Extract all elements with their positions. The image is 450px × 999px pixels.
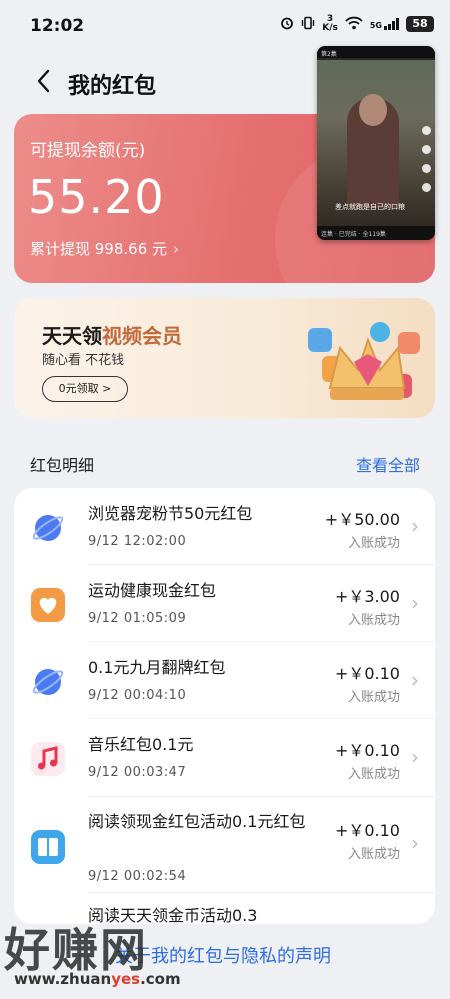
record-title: 音乐红包0.1元 (88, 735, 194, 754)
list-item[interactable]: 0.1元九月翻牌红包 9/12 00:04:10 +￥0.10 入账成功 › (14, 642, 435, 719)
claim-vip-label: 0元领取 (58, 382, 99, 395)
vip-subtitle: 随心看 不花钱 (42, 353, 125, 368)
wifi-icon (345, 16, 363, 33)
status-time: 12:02 (30, 16, 85, 36)
vip-title: 天天领视频会员 (42, 320, 182, 349)
record-amount: +￥0.10 (334, 664, 400, 683)
video-top-bar: 第2集 (317, 46, 435, 60)
record-status: 入账成功 (347, 536, 400, 551)
records-title: 红包明细 (30, 456, 95, 475)
chevron-right-icon: › (411, 831, 419, 855)
video-subtitle: 差点就跑是自己的口粮 (335, 203, 405, 211)
record-amount: +￥50.00 (324, 510, 400, 529)
chevron-right-icon: › (173, 240, 180, 258)
record-status: 入账成功 (347, 613, 400, 628)
browser-icon (32, 515, 64, 541)
record-title: 阅读领现金红包活动0.1元红包 (88, 812, 306, 831)
record-amount: +￥0.10 (334, 741, 400, 760)
record-status: 入账成功 (347, 690, 400, 705)
vip-title-highlight: 视频会员 (102, 324, 182, 348)
record-time: 9/12 12:02:00 (88, 534, 187, 549)
page-title: 我的红包 (68, 74, 157, 99)
chevron-right-icon: › (411, 514, 419, 538)
record-time: 9/12 00:04:10 (88, 688, 187, 703)
video-bottom-bar: 连集 · 已完结 · 全119集 (317, 226, 435, 240)
music-icon (31, 742, 65, 776)
chevron-right-icon: › (411, 591, 419, 615)
view-all-link[interactable]: 查看全部 (356, 452, 420, 476)
balance-label: 可提现余额(元) (30, 141, 146, 161)
book-icon (31, 830, 65, 864)
record-title: 浏览器宠粉节50元红包 (88, 504, 253, 523)
total-withdrawn-text: 累计提现 998.66 元 (30, 240, 168, 258)
chevron-right-icon: > (102, 382, 112, 395)
total-withdrawn-link[interactable]: 累计提现 998.66 元 › (30, 238, 179, 259)
status-icons: 3 K/s 5G 58 (280, 15, 434, 33)
favorite-icon[interactable] (422, 164, 431, 173)
record-time: 9/12 00:02:54 (88, 869, 187, 884)
battery-icon: 58 (406, 16, 434, 32)
list-item[interactable]: 音乐红包0.1元 9/12 00:03:47 +￥0.10 入账成功 › (14, 719, 435, 797)
chevron-right-icon: › (411, 668, 419, 692)
health-icon (31, 588, 65, 622)
list-item[interactable]: 运动健康现金红包 9/12 01:05:09 +￥3.00 入账成功 › (14, 565, 435, 642)
record-status: 入账成功 (347, 767, 400, 782)
record-amount: +￥0.10 (334, 821, 400, 840)
net-speed-icon: 3 K/s (322, 14, 338, 33)
list-item[interactable]: 阅读领现金红包活动0.1元红包 9/12 00:02:54 +￥0.10 入账成… (14, 797, 435, 893)
list-item[interactable]: 浏览器宠粉节50元红包 9/12 12:02:00 +￥50.00 入账成功 › (14, 488, 435, 565)
record-time: 9/12 00:03:47 (88, 765, 187, 780)
watermark-url: www.zhuanyes.com (14, 970, 181, 988)
signal-icon: 5G (370, 18, 399, 30)
record-title: 0.1元九月翻牌红包 (88, 658, 226, 677)
back-arrow-icon (37, 69, 50, 93)
crown-apps-illustration (308, 322, 420, 400)
record-time: 9/12 01:05:09 (88, 611, 187, 626)
video-side-actions (422, 126, 431, 192)
vibrate-icon (301, 16, 315, 33)
comment-icon[interactable] (422, 145, 431, 154)
record-status: 入账成功 (347, 847, 400, 862)
like-icon[interactable] (422, 126, 431, 135)
video-person-head (359, 94, 387, 126)
records-list: 浏览器宠粉节50元红包 9/12 12:02:00 +￥50.00 入账成功 ›… (14, 488, 435, 924)
site-watermark: 好赚网 www.zhuanyes.com (4, 914, 204, 994)
vip-title-prefix: 天天领 (42, 324, 102, 348)
claim-vip-button[interactable]: 0元领取 > (42, 376, 128, 402)
alarm-icon (280, 16, 294, 33)
record-title: 运动健康现金红包 (88, 581, 217, 600)
vip-banner[interactable]: 天天领视频会员 随心看 不花钱 0元领取 > (14, 298, 435, 418)
video-frame (317, 58, 435, 226)
balance-amount: 55.20 (28, 170, 165, 224)
chevron-right-icon: › (411, 745, 419, 769)
browser-icon (32, 669, 64, 695)
floating-video-window[interactable]: 第2集 差点就跑是自己的口粮 连集 · 已完结 · 全119集 (317, 46, 435, 240)
record-amount: +￥3.00 (334, 587, 400, 606)
back-button[interactable] (30, 66, 60, 96)
share-icon[interactable] (422, 183, 431, 192)
